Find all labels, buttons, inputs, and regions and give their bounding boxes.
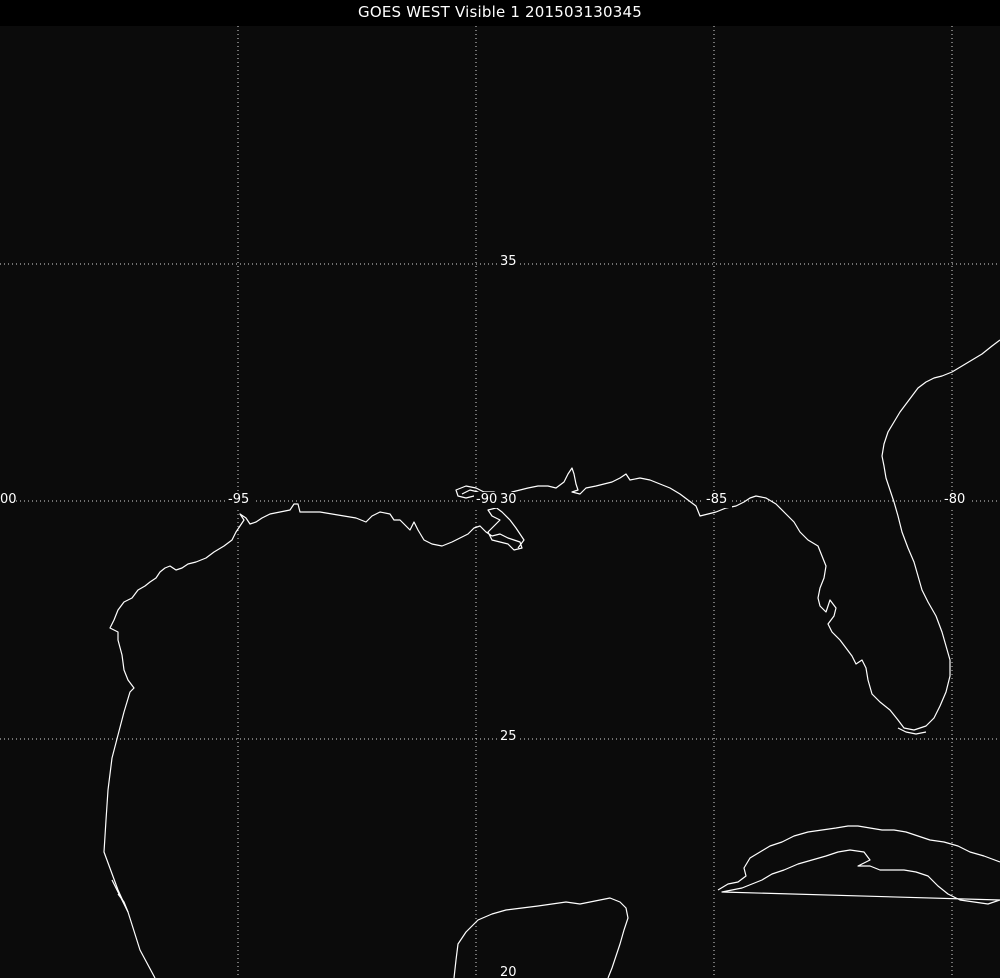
longitude-label: -80 — [944, 492, 965, 507]
coastline-cuba — [717, 825, 1000, 905]
latitude-label: 30 — [500, 492, 517, 507]
longitude-label: 00 — [0, 492, 17, 507]
longitude-label: -90 — [476, 492, 497, 507]
longitude-label: -95 — [228, 492, 249, 507]
satellite-image-viewer: GOES WEST Visible 1 201503130345 00 -95 … — [0, 0, 1000, 978]
grid-labels: 00 -95 -90 -85 -80 35 30 25 20 — [0, 254, 970, 978]
coastline-florida-keys — [897, 727, 927, 735]
longitude-label: -85 — [706, 492, 727, 507]
coastline-lagoon — [111, 879, 129, 913]
latitude-label: 20 — [500, 965, 517, 978]
latitude-label: 35 — [500, 254, 517, 269]
map-canvas: 00 -95 -90 -85 -80 35 30 25 20 — [0, 26, 1000, 978]
latitude-label: 25 — [500, 729, 517, 744]
coastline-yucatan — [453, 897, 629, 978]
